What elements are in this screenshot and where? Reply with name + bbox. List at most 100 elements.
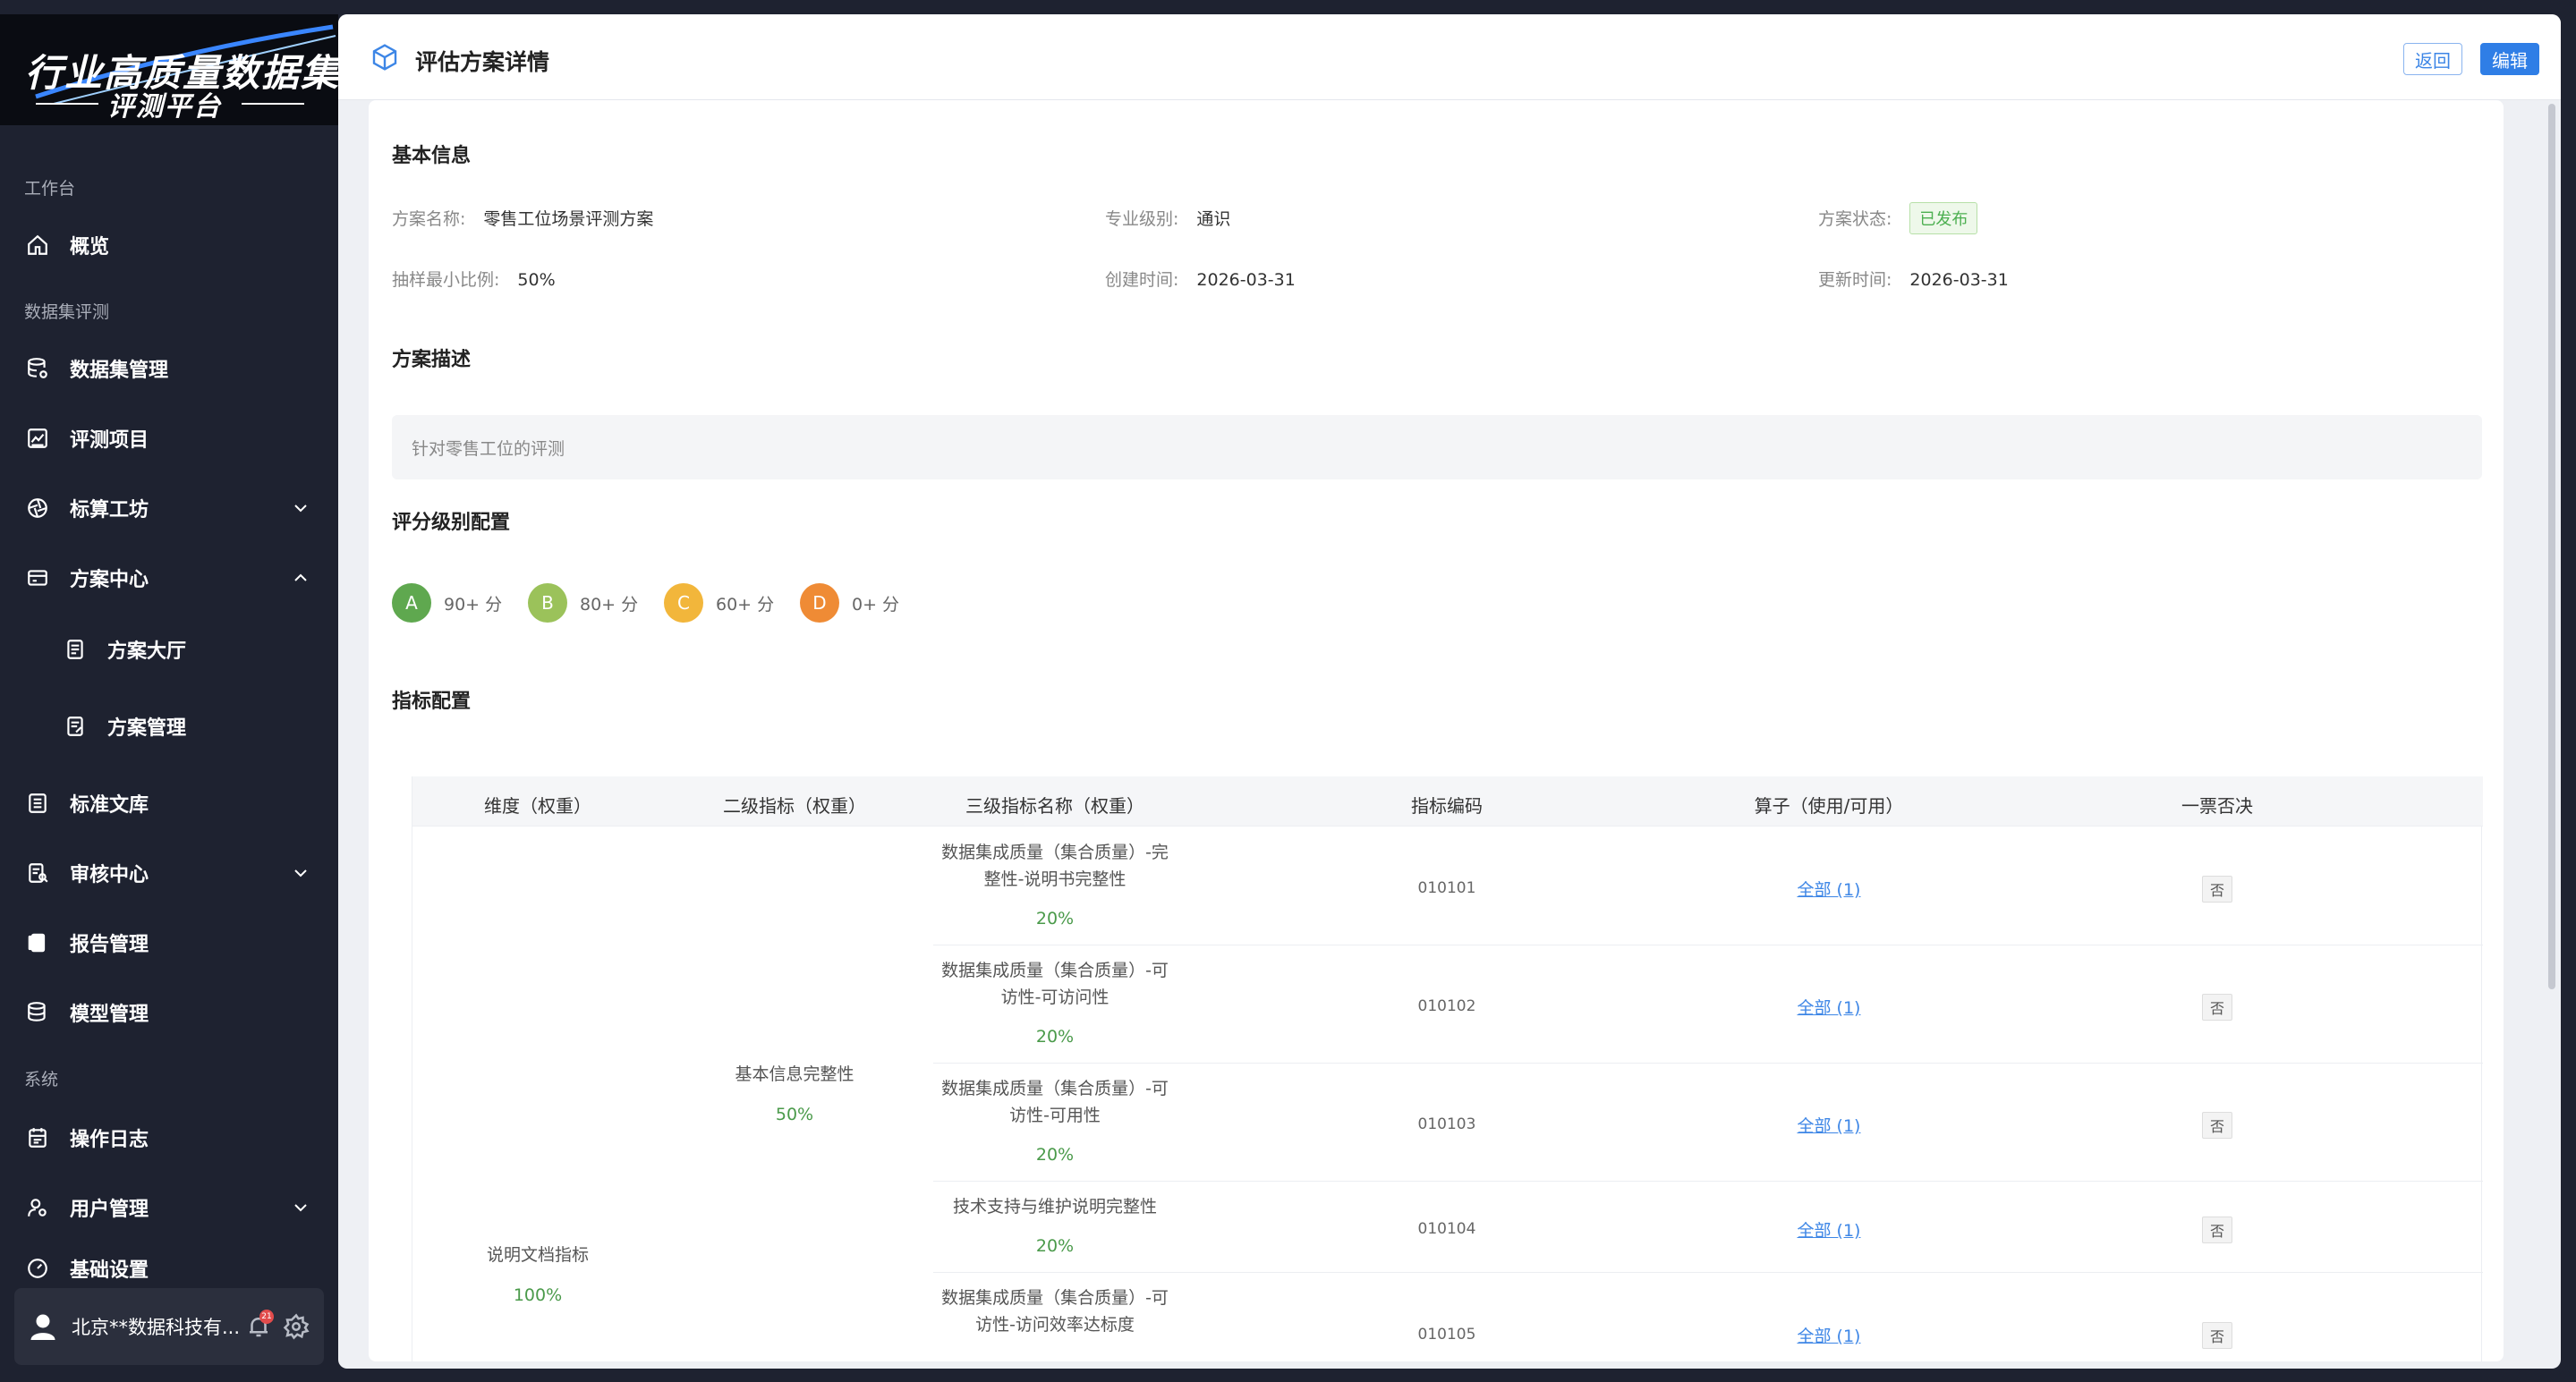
sidebar-item-model-mgmt[interactable]: 模型管理 (0, 986, 338, 1039)
sidebar-item-plan-mgmt[interactable]: 方案管理 (0, 699, 338, 753)
table-header: 维度（权重） 二级指标（权重） 三级指标名称（权重） 指标编码 算子（使用/可用… (412, 776, 2483, 827)
back-button[interactable]: 返回 (2403, 43, 2462, 75)
sidebar-item-base-settings[interactable]: 基础设置 (0, 1251, 338, 1286)
indicator-code: 010101 (1417, 879, 1476, 897)
field-label: 创建时间: (1105, 270, 1179, 290)
level3-name-cont: 访性-可访问性 (1000, 988, 1109, 1007)
grade-letter: B (528, 583, 567, 623)
field-value: 2026-03-31 (1909, 270, 2009, 290)
field-label: 方案状态: (1818, 209, 1892, 229)
column-header: 一票否决 (2181, 795, 2253, 817)
level3-name: 数据集成质量（集合质量）-完 (941, 843, 1169, 862)
page-title: 评估方案详情 (415, 49, 550, 75)
grade-c: C 60+ 分 (664, 583, 774, 623)
field-label: 更新时间: (1818, 270, 1892, 290)
veto-tag: 否 (2201, 1217, 2233, 1243)
sidebar-item-user-mgmt[interactable]: 用户管理 (0, 1181, 338, 1234)
operator-link[interactable]: 全部 (1) (1798, 877, 1861, 901)
column-header: 指标编码 (1411, 795, 1483, 817)
plan-detail-card: 基本信息 方案名称: 零售工位场景评测方案 专业级别: 通识 方案状态: 已发布 抽样… (369, 100, 2504, 1361)
level3-weight: 20% (1035, 1236, 1075, 1256)
log-icon (25, 1125, 50, 1150)
user-bar: 北京**数据科技有... 21 (14, 1288, 324, 1365)
chevron-down-icon[interactable] (290, 1197, 311, 1218)
field-label: 抽样最小比例: (392, 270, 500, 290)
chevron-down-icon[interactable] (290, 497, 311, 519)
sidebar-item-label: 操作日志 (70, 1129, 149, 1151)
gear-icon[interactable] (283, 1313, 310, 1340)
veto-cell: 否 (2201, 1112, 2233, 1139)
level3-name: 数据集成质量（集合质量）-可 (941, 1288, 1169, 1308)
field-plan-name: 方案名称: 零售工位场景评测方案 (392, 206, 653, 230)
grade-threshold: 60+ 分 (716, 594, 775, 615)
level3-name-cont: 访性-访问效率达标度 (975, 1315, 1135, 1335)
sidebar-item-label: 基础设置 (70, 1259, 149, 1282)
veto-tag: 否 (2201, 1112, 2233, 1139)
sidebar-item-report-mgmt[interactable]: 报告管理 (0, 916, 338, 970)
grade-letter: D (800, 583, 839, 623)
indicator-code: 010103 (1417, 1115, 1476, 1133)
operator-link[interactable]: 全部 (1) (1798, 1217, 1861, 1242)
grade-a: A 90+ 分 (392, 583, 502, 623)
sidebar-item-review-center[interactable]: 审核中心 (0, 846, 338, 900)
section-title-grading: 评分级别配置 (392, 512, 511, 534)
grade-letter: C (664, 583, 703, 623)
page-scrollbar[interactable] (2548, 104, 2555, 989)
column-header: 维度（权重） (484, 795, 591, 817)
veto-cell: 否 (2201, 994, 2233, 1021)
book-icon (25, 930, 50, 955)
review-icon (25, 861, 50, 886)
sidebar-item-plan-center[interactable]: 方案中心 (0, 551, 338, 605)
operator-link[interactable]: 全部 (1) (1798, 1323, 1861, 1347)
field-status: 方案状态: 已发布 (1818, 202, 1978, 234)
sidebar-item-overview[interactable]: 概览 (0, 218, 338, 272)
operator-link[interactable]: 全部 (1) (1798, 1113, 1861, 1137)
sidebar-item-plan-hall[interactable]: 方案大厅 (0, 623, 338, 676)
model-stack-icon (25, 1000, 50, 1025)
level3-weight: 20% (1035, 1145, 1075, 1165)
sidebar-item-label: 方案中心 (70, 569, 149, 591)
chevron-up-icon[interactable] (290, 567, 311, 589)
column-header: 三级指标名称（权重） (965, 795, 1144, 817)
section-label-dataset-eval: 数据集评测 (24, 302, 110, 322)
page-header: 评估方案详情 返回 编辑 (338, 14, 2561, 100)
sidebar-item-label: 评测项目 (70, 429, 149, 452)
user-avatar-icon[interactable] (27, 1310, 59, 1343)
database-icon (25, 356, 50, 381)
operator-link[interactable]: 全部 (1) (1798, 995, 1861, 1019)
table-row: 技术支持与维护说明完整性 20% (953, 1193, 1157, 1259)
sidebar-item-standard-lib[interactable]: 标准文库 (0, 776, 338, 830)
user-name[interactable]: 北京**数据科技有... (72, 1313, 240, 1340)
table-row: 数据集成质量（集合质量）-可 访性-可用性 20% (941, 1075, 1169, 1168)
sidebar-item-label: 模型管理 (70, 1004, 149, 1026)
home-icon (25, 233, 50, 258)
veto-tag: 否 (2201, 994, 2233, 1021)
indicator-code: 010105 (1417, 1326, 1476, 1344)
sidebar-item-operator-workshop[interactable]: 标算工坊 (0, 481, 338, 535)
level2-name: 基本信息完整性 (735, 1064, 854, 1084)
chevron-down-icon[interactable] (290, 862, 311, 884)
veto-cell: 否 (2201, 876, 2233, 903)
field-value: 2026-03-31 (1196, 270, 1296, 290)
field-level: 专业级别: 通识 (1105, 206, 1230, 230)
document-edit-icon (63, 714, 88, 739)
document-icon (63, 637, 88, 662)
edit-button[interactable]: 编辑 (2480, 43, 2539, 75)
sidebar-item-dataset-mgmt[interactable]: 数据集管理 (0, 342, 338, 395)
sidebar-item-label: 方案大厅 (107, 640, 187, 663)
row-divider (933, 1181, 2483, 1182)
status-badge: 已发布 (1909, 202, 1978, 234)
field-updated: 更新时间: 2026-03-31 (1818, 267, 2009, 291)
sidebar: 行业高质量数据集 评测平台 工作台 概览 数据集评测 数据集管理 评测项目 标算… (0, 0, 338, 1382)
grade-letter: A (392, 583, 431, 623)
sidebar-item-op-log[interactable]: 操作日志 (0, 1111, 338, 1165)
aperture-icon (25, 496, 50, 521)
field-sample-ratio: 抽样最小比例: 50% (392, 267, 556, 291)
field-label: 方案名称: (392, 209, 466, 229)
sidebar-item-label: 用户管理 (70, 1199, 149, 1221)
sidebar-item-eval-project[interactable]: 评测项目 (0, 411, 338, 465)
grade-threshold: 0+ 分 (852, 594, 900, 615)
indicator-code: 010102 (1417, 997, 1476, 1015)
cube-icon (372, 44, 397, 71)
column-header: 二级指标（权重） (723, 795, 866, 817)
